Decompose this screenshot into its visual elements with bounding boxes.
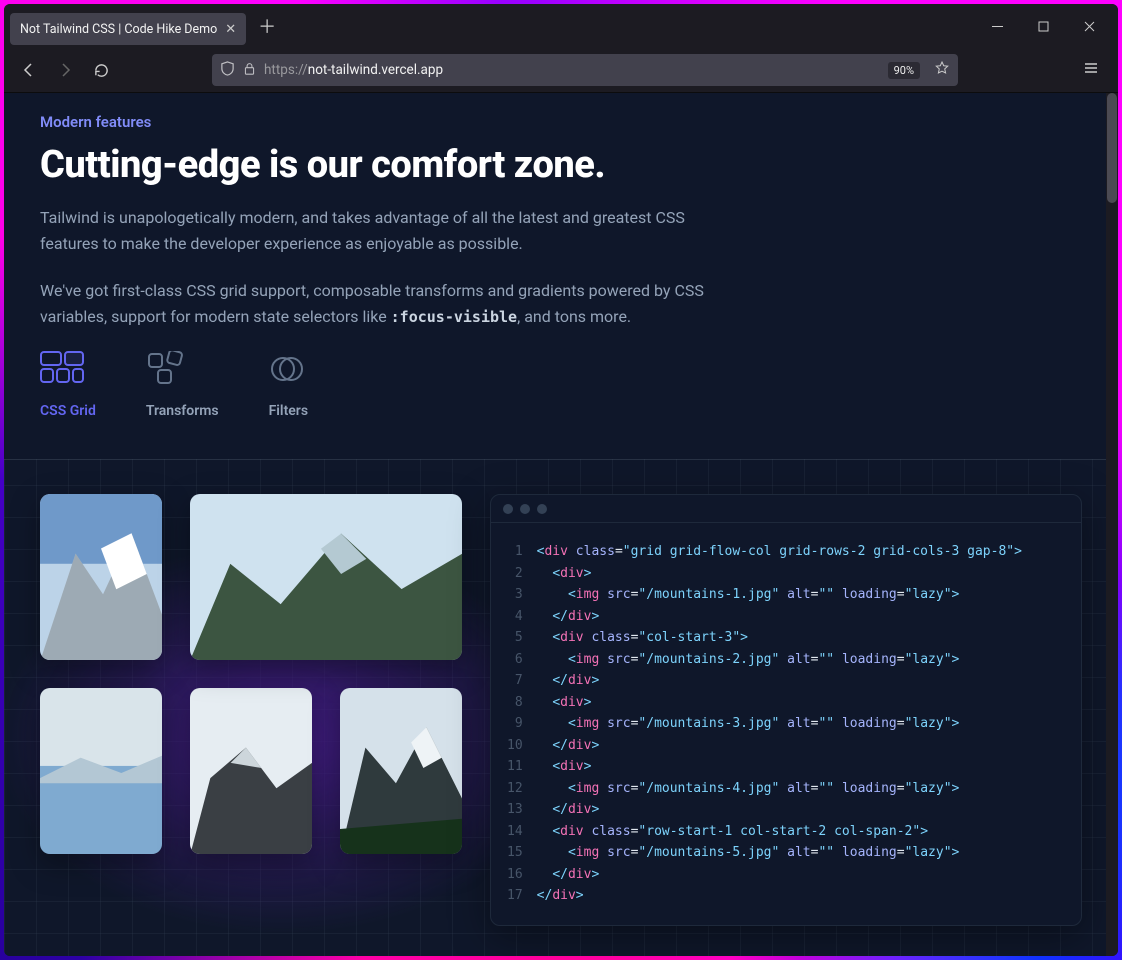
page-viewport: Modern features Cutting-edge is our comf… xyxy=(4,93,1118,956)
tab-label: CSS Grid xyxy=(40,403,96,419)
grid-preview xyxy=(40,494,462,926)
tab-filters[interactable]: Filters xyxy=(269,351,313,419)
tab-label: Filters xyxy=(269,403,308,419)
intro-paragraph-2: We've got first-class CSS grid support, … xyxy=(40,278,740,329)
forward-button[interactable] xyxy=(50,55,80,85)
zoom-badge[interactable]: 90% xyxy=(888,62,920,79)
tab-css-grid[interactable]: CSS Grid xyxy=(40,351,96,419)
hero-section: Modern features Cutting-edge is our comf… xyxy=(4,93,1094,419)
code-inline: :focus-visible xyxy=(391,308,517,326)
grid-icon xyxy=(40,351,84,387)
feature-tabs: CSS Grid Transforms xyxy=(40,351,1058,419)
scrollbar-track[interactable] xyxy=(1106,93,1118,956)
browser-tab[interactable]: Not Tailwind CSS | Code Hike Demo ✕ xyxy=(10,13,246,45)
grid-tile-2 xyxy=(340,688,462,854)
grid-tile-4 xyxy=(190,688,312,854)
line-numbers: 1234567891011121314151617 xyxy=(491,541,537,907)
code-content: <div class="grid grid-flow-col grid-rows… xyxy=(537,541,1022,907)
traffic-dot xyxy=(503,504,513,514)
lock-icon[interactable] xyxy=(243,62,256,79)
reload-button[interactable] xyxy=(86,55,116,85)
code-window-header xyxy=(491,495,1081,523)
bookmark-star-icon[interactable] xyxy=(934,60,950,80)
scrollbar-thumb[interactable] xyxy=(1107,93,1117,203)
window-controls xyxy=(974,8,1112,44)
browser-window: Not Tailwind CSS | Code Hike Demo ✕ ＋ xyxy=(4,4,1118,956)
app-menu-button[interactable] xyxy=(1074,60,1108,80)
grid-tile-5 xyxy=(190,494,462,660)
address-bar[interactable]: https://not-tailwind.vercel.app 90% xyxy=(212,54,958,86)
demo-area: 1234567891011121314151617 <div class="gr… xyxy=(4,459,1118,956)
grid-tile-1 xyxy=(40,494,162,660)
traffic-dot xyxy=(537,504,547,514)
tab-title: Not Tailwind CSS | Code Hike Demo xyxy=(20,22,217,37)
page-headline: Cutting-edge is our comfort zone. xyxy=(40,143,1058,187)
back-button[interactable] xyxy=(14,55,44,85)
close-window-button[interactable] xyxy=(1066,8,1112,44)
tab-label: Transforms xyxy=(146,403,219,419)
shield-icon[interactable] xyxy=(220,61,235,80)
minimize-button[interactable] xyxy=(974,8,1020,44)
maximize-button[interactable] xyxy=(1020,8,1066,44)
eyebrow: Modern features xyxy=(40,113,1058,131)
tab-bar: Not Tailwind CSS | Code Hike Demo ✕ ＋ xyxy=(4,4,1118,48)
browser-toolbar: https://not-tailwind.vercel.app 90% xyxy=(4,48,1118,93)
new-tab-button[interactable]: ＋ xyxy=(252,13,282,39)
close-tab-icon[interactable]: ✕ xyxy=(225,22,236,37)
code-window: 1234567891011121314151617 <div class="gr… xyxy=(490,494,1082,926)
url-text: https://not-tailwind.vercel.app xyxy=(264,62,443,78)
tab-transforms[interactable]: Transforms xyxy=(146,351,219,419)
code-body[interactable]: 1234567891011121314151617 <div class="gr… xyxy=(491,523,1081,917)
transforms-icon xyxy=(146,351,190,387)
intro-paragraph-1: Tailwind is unapologetically modern, and… xyxy=(40,205,740,256)
filters-icon xyxy=(269,351,313,387)
traffic-dot xyxy=(520,504,530,514)
grid-tile-3 xyxy=(40,688,162,854)
